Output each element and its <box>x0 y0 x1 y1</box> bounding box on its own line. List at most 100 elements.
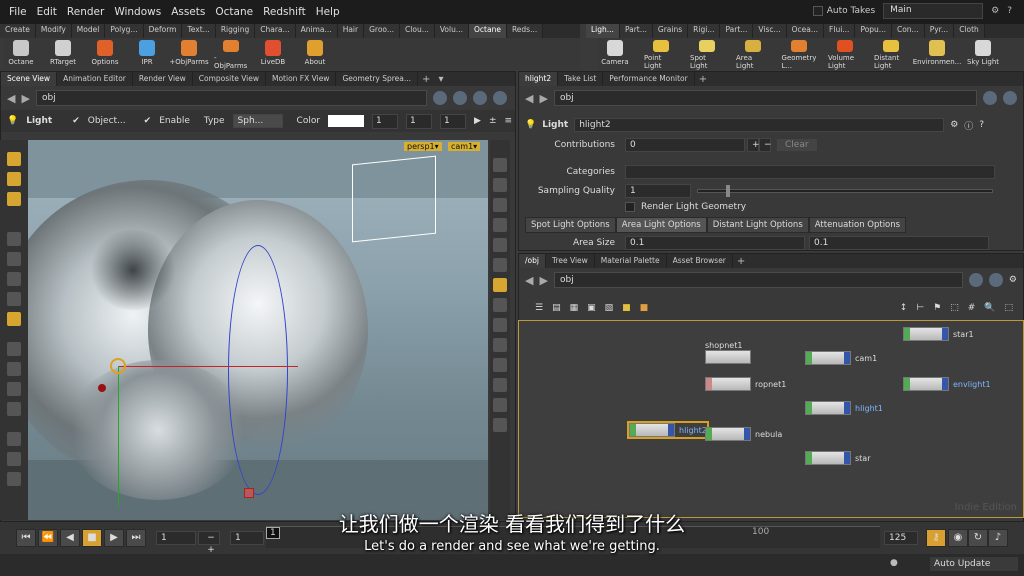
sampling-quality-field[interactable]: 1 <box>625 184 691 198</box>
light-origin-point[interactable] <box>98 384 106 392</box>
auto-update-dropdown[interactable]: Auto Update <box>930 557 1018 571</box>
select-tool-icon[interactable] <box>7 152 21 166</box>
shelf-tab[interactable]: Create <box>0 24 36 38</box>
shelf-tool[interactable]: LiveDB <box>256 38 290 70</box>
forward-arrow-icon[interactable]: ▶ <box>539 92 547 105</box>
menu-icon[interactable]: ≡ <box>505 116 513 126</box>
shelf-tool[interactable]: Octane <box>4 38 38 70</box>
node-name-field[interactable]: hlight2 <box>574 118 945 132</box>
menu-octane[interactable]: Octane <box>215 6 253 18</box>
network-path-field[interactable]: obj <box>553 272 963 288</box>
tab-tree-view[interactable]: Tree View <box>546 254 595 268</box>
node-cam1[interactable]: cam1 <box>805 351 877 365</box>
tree-icon[interactable]: ☰ <box>535 303 543 313</box>
shelf-tool[interactable]: Point Light <box>644 38 678 70</box>
node-nebula[interactable]: nebula <box>705 427 782 441</box>
auto-takes-toggle[interactable]: Auto Takes <box>812 6 875 16</box>
shelf-tab[interactable]: Ligh... <box>586 24 620 38</box>
tab-hlight2[interactable]: hlight2 <box>519 72 559 86</box>
flag-icon[interactable]: ⚑ <box>933 303 941 313</box>
camera-tool-icon[interactable] <box>7 472 21 486</box>
align-icon[interactable]: ⊢ <box>916 303 924 313</box>
tab-animation-editor[interactable]: Animation Editor <box>57 72 133 86</box>
shelf-tool[interactable]: RTarget <box>46 38 80 70</box>
tab-take-list[interactable]: Take List <box>558 72 604 86</box>
add-tab-icon[interactable]: + <box>695 74 711 85</box>
help-icon[interactable]: ? <box>979 120 984 130</box>
shelf-tool[interactable]: IPR <box>130 38 164 70</box>
shading-icon[interactable] <box>493 218 507 232</box>
arrow-tool-icon[interactable] <box>7 232 21 246</box>
shelf-tool[interactable]: -ObjParms <box>214 38 248 70</box>
point-display-icon[interactable] <box>493 318 507 332</box>
snap-point-icon[interactable] <box>7 382 21 396</box>
enable-check-icon[interactable]: ✔ <box>144 116 152 126</box>
move-tool-icon[interactable] <box>7 252 21 266</box>
forward-arrow-icon[interactable]: ▶ <box>21 92 29 105</box>
note-icon[interactable]: ▧ <box>605 303 614 313</box>
menu-file[interactable]: File <box>9 6 27 18</box>
shelf-tool[interactable]: Camera <box>598 38 632 70</box>
forward-arrow-icon[interactable]: ▶ <box>539 274 547 287</box>
pin-icon[interactable] <box>433 91 447 105</box>
light-pivot-handle[interactable] <box>110 358 126 374</box>
shelf-tab[interactable]: Hair <box>337 24 365 38</box>
number-display-icon[interactable] <box>493 378 507 392</box>
grid-icon[interactable]: ▦ <box>570 303 579 313</box>
menu-assets[interactable]: Assets <box>171 6 205 18</box>
help-circle-icon[interactable] <box>1003 91 1017 105</box>
shelf-tab[interactable]: Rigging <box>215 24 256 38</box>
lock-view-icon[interactable] <box>493 178 507 192</box>
shelf-tool[interactable]: Distant Light <box>874 38 908 70</box>
play-icon[interactable]: ▶ <box>474 116 481 126</box>
magnet-icon[interactable] <box>7 402 21 416</box>
shelf-tab[interactable]: Cloth <box>954 24 985 38</box>
tab-attenuation-options[interactable]: Attenuation Options <box>808 217 907 233</box>
camera-display-icon[interactable] <box>493 418 507 432</box>
tab-spot-light-options[interactable]: Spot Light Options <box>525 217 616 233</box>
param-path-field[interactable]: obj <box>553 90 977 106</box>
contributions-field[interactable]: 0 <box>625 138 745 152</box>
sampling-slider[interactable] <box>697 185 993 197</box>
help-icon[interactable]: ? <box>1007 6 1012 16</box>
area-size-y-field[interactable]: 0.1 <box>809 236 989 250</box>
shelf-tab[interactable]: Popu... <box>855 24 892 38</box>
node-star[interactable]: star <box>805 451 871 465</box>
add-contribution-button[interactable]: + <box>747 138 760 152</box>
desktop-settings-icon[interactable]: ⚙ <box>991 6 999 16</box>
area-size-x-field[interactable]: 0.1 <box>625 236 805 250</box>
shelf-tab[interactable]: Con... <box>891 24 925 38</box>
menu-edit[interactable]: Edit <box>37 6 57 18</box>
tab-obj[interactable]: /obj <box>519 254 546 268</box>
shelf-tool[interactable]: Spot Light <box>690 38 724 70</box>
network-editor[interactable]: Indie Edition shopnet1 star1 cam1 ropnet… <box>518 320 1024 518</box>
viewport[interactable] <box>28 140 488 520</box>
menu-help[interactable]: Help <box>316 6 340 18</box>
shelf-tab[interactable]: Rigi... <box>688 24 721 38</box>
snap-curve-icon[interactable] <box>7 362 21 376</box>
grid-snap-icon[interactable]: # <box>968 303 976 313</box>
light-end-point[interactable] <box>244 488 254 498</box>
select-icon[interactable]: ⬚ <box>950 303 959 313</box>
render-progress-icon[interactable]: ● <box>890 558 898 568</box>
back-arrow-icon[interactable]: ◀ <box>525 274 533 287</box>
categories-field[interactable] <box>625 165 995 179</box>
node-hlight1[interactable]: hlight1 <box>805 401 883 415</box>
node-star1[interactable]: star1 <box>903 327 974 341</box>
shelf-tool[interactable]: About <box>298 38 332 70</box>
node-envlight1[interactable]: envlight1 <box>903 377 991 391</box>
scale-tool-icon[interactable] <box>7 292 21 306</box>
uv-display-icon[interactable] <box>493 398 507 412</box>
shelf-tab[interactable]: Model <box>71 24 106 38</box>
tab-motion-fx-view[interactable]: Motion FX View <box>266 72 337 86</box>
light-link-icon[interactable] <box>493 258 507 272</box>
visualize-icon[interactable] <box>493 278 507 292</box>
shelf-tab[interactable]: Part... <box>720 24 754 38</box>
render-geometry-checkbox[interactable] <box>625 202 635 212</box>
tab-render-view[interactable]: Render View <box>133 72 193 86</box>
color-g-field[interactable]: 1 <box>406 113 433 129</box>
sticky-icon[interactable]: ■ <box>622 303 631 313</box>
display-mode-icon[interactable] <box>493 198 507 212</box>
menu-windows[interactable]: Windows <box>114 6 161 18</box>
shelf-tool[interactable]: Options <box>88 38 122 70</box>
